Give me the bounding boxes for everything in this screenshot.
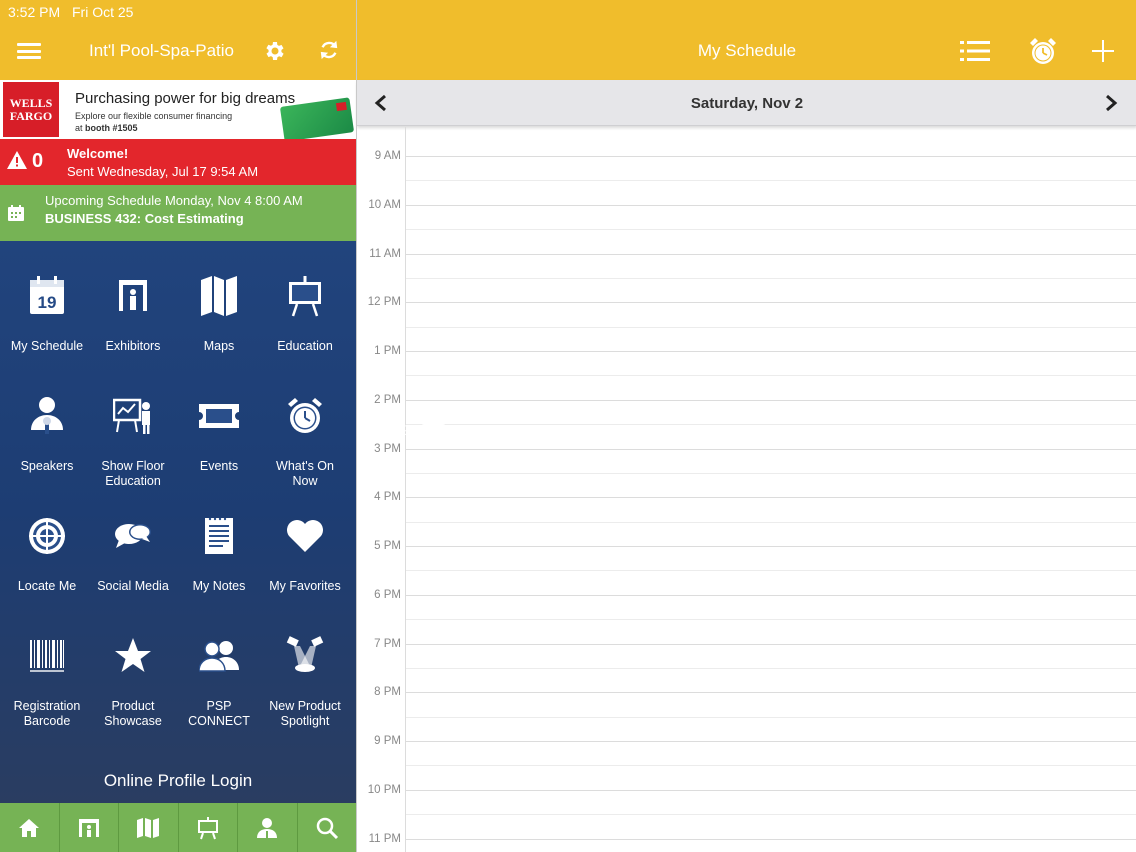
svg-text:19: 19 [38, 293, 57, 312]
ad-booth-prefix: at [75, 123, 86, 133]
tile-label: New Product Spotlight [269, 699, 341, 728]
tile-show-floor-education[interactable]: Show Floor Education [90, 382, 176, 492]
map-icon [201, 276, 237, 316]
target-icon [29, 518, 65, 554]
battery-icon [420, 424, 449, 436]
heart-icon [287, 520, 323, 552]
star-icon [115, 638, 151, 672]
tile-label: Locate Me [17, 579, 77, 593]
ad-booth-number: booth #1505 [85, 123, 138, 133]
tile-new-product-spotlight[interactable]: New Product Spotlight [262, 622, 348, 732]
tile-label: Product Showcase [104, 699, 162, 728]
tile-label: What's On Now [276, 459, 334, 488]
hamburger-menu-icon[interactable] [17, 43, 41, 59]
presenter-icon [113, 398, 150, 434]
tile-label: My Favorites [269, 579, 341, 593]
alert-subtitle: Sent Wednesday, Jul 17 9:54 AM [67, 164, 259, 179]
status-right: 100% [356, 4, 1136, 852]
tab-speakers[interactable] [238, 803, 298, 852]
easel-icon [289, 276, 321, 317]
tile-label: Show Floor Education [101, 459, 165, 488]
refresh-icon[interactable] [318, 39, 340, 61]
ad-booth: at booth #1505 [75, 123, 138, 133]
tile-product-showcase[interactable]: Product Showcase [90, 622, 176, 732]
booth-icon [119, 280, 147, 311]
tile-label: My Notes [192, 579, 246, 593]
status-date: Fri Oct 25 [72, 4, 134, 20]
upcoming-schedule-banner[interactable]: Upcoming Schedule Monday, Nov 4 8:00 AM … [0, 185, 356, 241]
tile-label: Events [199, 459, 239, 473]
alarm-clock-icon [288, 398, 322, 433]
tile-registration-barcode[interactable]: Registration Barcode [4, 622, 90, 732]
status-time: 3:52 PM [8, 4, 61, 20]
calendar-icon: 19 [30, 276, 64, 314]
alert-count: 0 [32, 150, 44, 172]
booth-icon [78, 818, 99, 837]
tile-label: Education [277, 339, 333, 353]
tile-label: My Schedule [10, 339, 84, 353]
tile-label: Speakers [20, 459, 74, 473]
tab-education[interactable] [179, 803, 238, 852]
tile-my-schedule[interactable]: 19 My Schedule [4, 262, 90, 372]
tile-label: Registration Barcode [13, 699, 81, 728]
notepad-icon [205, 517, 233, 554]
tile-whats-on-now[interactable]: What's On Now [262, 382, 348, 492]
tile-label: Maps [203, 339, 235, 353]
status-bar: 3:52 PM Fri Oct 25 100% [0, 0, 1136, 852]
upcoming-time: Upcoming Schedule Monday, Nov 4 8:00 AM [45, 193, 303, 208]
logo-line-2: FARGO [9, 109, 53, 123]
bottom-tabbar [0, 803, 356, 852]
tile-my-notes[interactable]: My Notes [176, 502, 262, 612]
people-icon [199, 641, 239, 672]
tile-education[interactable]: Education [262, 262, 348, 372]
ticket-icon [199, 404, 239, 428]
online-profile-login-button[interactable]: Online Profile Login [0, 771, 356, 791]
gear-icon[interactable] [263, 39, 287, 63]
battery-percent: 100% [379, 422, 415, 438]
tile-label: PSP CONNECT [188, 699, 250, 728]
tile-my-favorites[interactable]: My Favorites [262, 502, 348, 612]
tab-maps[interactable] [119, 803, 179, 852]
easel-icon [197, 816, 218, 839]
wells-fargo-logo: WELLS FARGO [3, 82, 59, 137]
menu-panel: Int'l Pool-Spa-Patio WELLS FARGO Purchas… [0, 0, 356, 852]
tile-maps[interactable]: Maps [176, 262, 262, 372]
tile-label: Exhibitors [105, 339, 161, 353]
alert-banner[interactable]: 0 Welcome! Sent Wednesday, Jul 17 9:54 A… [0, 139, 356, 185]
calendar-small-icon [8, 205, 24, 221]
ad-subtitle: Explore our flexible consumer financing [75, 111, 233, 121]
spotlight-icon [286, 636, 324, 672]
tile-speakers[interactable]: Speakers [4, 382, 90, 492]
alert-title: Welcome! [67, 146, 129, 161]
tab-home[interactable] [0, 803, 60, 852]
tile-label: Social Media [97, 579, 169, 593]
map-icon [137, 817, 160, 838]
barcode-icon [30, 640, 64, 672]
tile-social-media[interactable]: Social Media [90, 502, 176, 612]
tile-events[interactable]: Events [176, 382, 262, 492]
tile-psp-connect[interactable]: PSP CONNECT [176, 622, 262, 732]
upcoming-session: BUSINESS 432: Cost Estimating [45, 211, 244, 226]
speaker-icon [257, 817, 278, 839]
search-icon [316, 817, 338, 839]
sponsor-banner[interactable]: WELLS FARGO Purchasing power for big dre… [0, 80, 356, 142]
tab-exhibitors[interactable] [60, 803, 119, 852]
wifi-icon [357, 424, 373, 435]
tile-exhibitors[interactable]: Exhibitors [90, 262, 176, 372]
app-title: Int'l Pool-Spa-Patio [89, 41, 234, 60]
home-icon [19, 818, 40, 837]
tab-search[interactable] [298, 803, 357, 852]
warning-icon [7, 151, 27, 169]
tile-locate-me[interactable]: Locate Me [4, 502, 90, 612]
speaker-icon [31, 397, 63, 434]
chat-bubbles-icon [115, 524, 151, 548]
ad-title: Purchasing power for big dreams [75, 90, 296, 107]
